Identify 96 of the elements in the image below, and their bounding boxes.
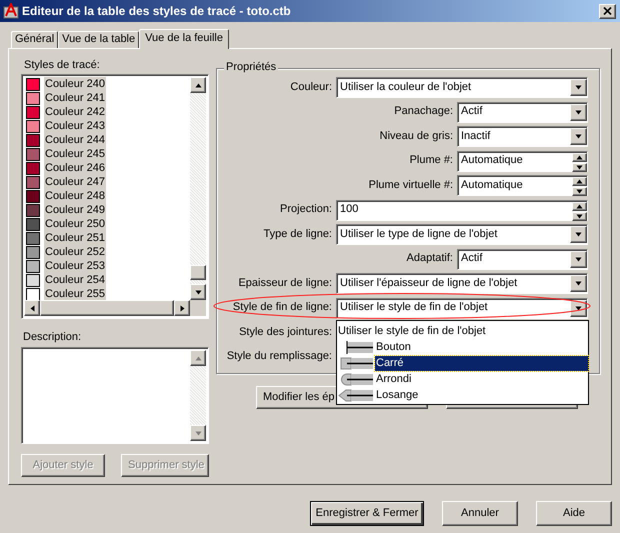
dropdown-button[interactable] — [570, 104, 587, 120]
dropdown-field[interactable]: Actif — [457, 102, 588, 122]
field-label: Plume #: — [410, 154, 453, 168]
dialog-button[interactable]: Enregistrer & Fermer — [310, 501, 424, 526]
close-button[interactable] — [599, 4, 616, 18]
list-item[interactable]: Couleur 241 — [44, 91, 106, 106]
list-item[interactable]: Couleur 246 — [44, 161, 106, 176]
close-icon — [603, 7, 612, 15]
down-arrow-icon — [194, 288, 202, 296]
tab[interactable]: Général — [11, 31, 58, 48]
down-arrow-icon — [576, 164, 583, 170]
dialog-button[interactable]: Aide — [536, 501, 612, 526]
scroll-up-button[interactable] — [190, 350, 206, 366]
spin-field[interactable]: 100 — [336, 200, 588, 220]
spin-field[interactable]: Automatique — [457, 150, 588, 172]
list-item[interactable]: Couleur 244 — [44, 133, 106, 148]
spin-down-button[interactable] — [572, 187, 587, 196]
field-label: Couleur: — [290, 80, 332, 94]
caret-icon — [575, 133, 582, 140]
dropdown-field[interactable]: Utiliser la couleur de l'objet — [336, 77, 588, 98]
scroll-right-button[interactable] — [174, 300, 190, 316]
dropdown-button[interactable] — [570, 275, 587, 292]
scroll-left-button[interactable] — [24, 300, 40, 316]
field-label: Type de ligne: — [264, 228, 332, 242]
list-item[interactable]: Couleur 247 — [44, 175, 106, 190]
spin-up-button[interactable] — [572, 202, 587, 210]
list-item[interactable]: Couleur 255 — [44, 287, 106, 302]
dropdown-field[interactable]: Inactif — [457, 126, 588, 147]
list-item[interactable]: Couleur 250 — [44, 217, 106, 232]
field-label: Epaisseur de ligne: — [238, 276, 332, 290]
list-item[interactable]: Couleur 252 — [44, 245, 106, 260]
spin-up-button[interactable] — [572, 152, 587, 162]
horizontal-scrollbar[interactable] — [24, 300, 206, 316]
field-label: Plume virtuelle #: — [368, 178, 453, 192]
caret-icon — [575, 304, 582, 312]
list-item[interactable]: Couleur 242 — [44, 105, 106, 120]
down-arrow-icon — [194, 430, 202, 437]
field-label: Niveau de gris: — [380, 130, 453, 144]
caret-icon — [575, 231, 582, 238]
vertical-scrollbar[interactable] — [190, 77, 206, 300]
spin-down-button[interactable] — [572, 212, 587, 220]
dropdown-button[interactable] — [570, 79, 587, 96]
up-arrow-icon — [194, 82, 202, 89]
field-label: Style du remplissage: — [226, 350, 332, 364]
dropdown-button[interactable] — [570, 250, 587, 268]
dropdown-field[interactable]: Utiliser le type de ligne de l'objet — [336, 224, 588, 245]
dropdown-field[interactable]: Utiliser l'épaisseur de ligne de l'objet — [336, 273, 588, 294]
caret-icon — [575, 256, 582, 262]
caret-icon — [575, 84, 582, 91]
list-item[interactable]: Couleur 245 — [44, 147, 106, 162]
list-item[interactable]: Couleur 254 — [44, 273, 106, 288]
down-arrow-icon — [576, 188, 583, 195]
window-title: Editeur de la table des styles de tracé - toto.ctb — [22, 4, 292, 18]
list-label: Styles de tracé: — [24, 59, 101, 72]
dropdown-field[interactable]: Actif — [457, 248, 588, 270]
up-arrow-icon — [576, 178, 583, 185]
dropdown-button[interactable] — [570, 128, 587, 145]
description-field[interactable] — [21, 347, 209, 444]
dropdown-button[interactable] — [570, 226, 587, 243]
tab[interactable]: Vue de la feuille — [139, 29, 229, 49]
group-title: Propriétés — [224, 61, 278, 74]
field-label: Style de fin de ligne: — [232, 301, 332, 315]
left-arrow-icon — [28, 304, 36, 312]
field-label: Panachage: — [394, 105, 453, 119]
down-arrow-icon — [576, 212, 583, 220]
right-arrow-icon — [178, 304, 186, 312]
dropdown-option[interactable]: Utiliser le style de fin de l'objet — [337, 324, 588, 340]
field-label: Adaptatif: — [406, 252, 453, 266]
spin-field[interactable]: Automatique — [457, 175, 588, 196]
list-item[interactable]: Couleur 251 — [44, 231, 106, 246]
list-item[interactable]: Couleur 253 — [44, 259, 106, 274]
field-label: Projection: — [280, 203, 332, 217]
scroll-thumb[interactable] — [190, 265, 206, 280]
list-item[interactable]: Couleur 248 — [44, 189, 106, 204]
list-item[interactable]: Couleur 243 — [44, 119, 106, 134]
list-item[interactable]: Couleur 240 — [44, 77, 106, 92]
spin-up-button[interactable] — [572, 177, 587, 186]
tab[interactable]: Vue de la table — [58, 31, 140, 48]
up-arrow-icon — [576, 202, 583, 210]
up-arrow-icon — [194, 354, 202, 362]
up-arrow-icon — [576, 154, 583, 160]
caret-icon — [575, 280, 582, 287]
dropdown-option[interactable]: Arrondi — [337, 372, 588, 388]
scroll-up-button[interactable] — [190, 77, 206, 94]
scroll-thumb[interactable] — [40, 300, 174, 316]
scroll-down-button[interactable] — [190, 425, 206, 442]
dialog-button[interactable]: Annuler — [442, 501, 518, 526]
scroll-down-button[interactable] — [190, 284, 206, 300]
caret-icon — [575, 108, 582, 116]
dropdown-option[interactable]: Bouton — [337, 340, 588, 356]
app-icon — [3, 3, 19, 19]
description-label: Description: — [23, 331, 82, 344]
field-label: Style des jointures: — [239, 326, 332, 340]
list-item[interactable]: Couleur 249 — [44, 203, 106, 218]
scrollbar-corner — [190, 300, 206, 316]
spin-down-button[interactable] — [572, 162, 587, 172]
